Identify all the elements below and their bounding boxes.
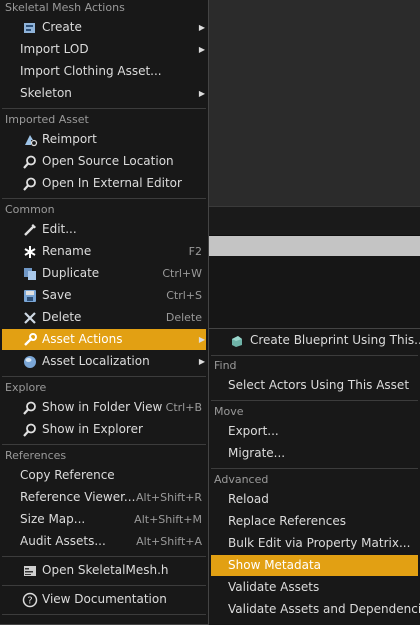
separator — [2, 376, 206, 377]
reimport-icon — [22, 132, 38, 148]
menu-item-reload[interactable]: Reload — [211, 489, 418, 510]
menu-item-import-lod[interactable]: Import LOD ▶ — [2, 39, 206, 60]
svg-text:?: ? — [27, 596, 32, 607]
separator — [2, 585, 206, 586]
submenu-arrow-icon: ▶ — [198, 45, 205, 54]
menu-item-show-metadata[interactable]: Show Metadata — [211, 555, 418, 576]
editor-toolbar — [208, 206, 420, 235]
separator — [211, 355, 418, 356]
menu-item-view-documentation[interactable]: ? View Documentation — [2, 589, 206, 610]
separator — [2, 614, 206, 615]
menu-item-replace-references[interactable]: Replace References — [211, 511, 418, 532]
globe-icon — [22, 354, 38, 370]
menu-item-validate-dependencies[interactable]: Validate Assets and Dependencies — [211, 599, 420, 620]
menu-item-select-actors[interactable]: Select Actors Using This Asset — [211, 375, 418, 396]
menu-item-export[interactable]: Export... — [211, 421, 418, 442]
menu-item-bulk-edit[interactable]: Bulk Edit via Property Matrix... — [211, 533, 418, 554]
asset-actions-submenu: Create Blueprint Using This... Find Sele… — [208, 328, 420, 625]
help-icon: ? — [22, 592, 38, 608]
separator — [211, 468, 418, 469]
separator — [2, 444, 206, 445]
delete-x-icon — [22, 310, 38, 326]
menu-item-reference-viewer[interactable]: Reference Viewer... Alt+Shift+R — [2, 487, 206, 508]
code-file-icon — [22, 563, 38, 579]
menu-item-delete[interactable]: Delete Delete — [2, 307, 206, 328]
section-references: References — [5, 449, 67, 462]
section-move: Move — [214, 405, 244, 418]
magnifier-icon — [22, 154, 38, 170]
separator — [2, 108, 206, 109]
duplicate-icon — [22, 266, 38, 282]
submenu-arrow-icon: ▶ — [198, 335, 205, 344]
submenu-arrow-icon: ▶ — [198, 23, 205, 32]
menu-item-open-header[interactable]: Open SkeletalMesh.h — [2, 560, 206, 581]
submenu-arrow-icon: ▶ — [198, 89, 205, 98]
menu-item-size-map[interactable]: Size Map... Alt+Shift+M — [2, 509, 206, 530]
menu-item-open-external-editor[interactable]: Open In External Editor — [2, 173, 206, 194]
menu-item-rename[interactable]: Rename F2 — [2, 241, 206, 262]
save-icon — [22, 288, 38, 304]
menu-item-show-in-folder-view[interactable]: Show in Folder View Ctrl+B — [2, 397, 206, 418]
menu-item-edit[interactable]: Edit... — [2, 219, 206, 240]
wrench-icon — [22, 332, 38, 348]
menu-item-reimport[interactable]: Reimport — [2, 129, 206, 150]
menu-item-save[interactable]: Save Ctrl+S — [2, 285, 206, 306]
rename-icon — [22, 244, 38, 260]
blueprint-icon — [229, 333, 245, 349]
menu-item-duplicate[interactable]: Duplicate Ctrl+W — [2, 263, 206, 284]
menu-item-copy-reference[interactable]: Copy Reference — [2, 465, 206, 486]
editor-panel — [208, 0, 420, 206]
create-icon — [22, 20, 38, 36]
menu-item-show-in-explorer[interactable]: Show in Explorer — [2, 419, 206, 440]
separator — [211, 400, 418, 401]
magnifier-icon — [22, 400, 38, 416]
magnifier-icon — [22, 176, 38, 192]
section-imported-asset: Imported Asset — [5, 113, 89, 126]
menu-item-migrate[interactable]: Migrate... — [211, 443, 418, 464]
submenu-arrow-icon: ▶ — [198, 357, 205, 366]
menu-item-audit-assets[interactable]: Audit Assets... Alt+Shift+A — [2, 531, 206, 552]
section-common: Common — [5, 203, 55, 216]
menu-item-create-blueprint[interactable]: Create Blueprint Using This... — [211, 330, 420, 351]
menu-item-import-clothing-asset[interactable]: Import Clothing Asset... — [2, 61, 206, 82]
section-advanced: Advanced — [214, 473, 269, 486]
pencil-icon — [22, 222, 38, 238]
menu-item-open-source-location[interactable]: Open Source Location — [2, 151, 206, 172]
menu-item-skeleton[interactable]: Skeleton ▶ — [2, 83, 206, 104]
section-skeletal-mesh-actions: Skeletal Mesh Actions — [5, 1, 125, 14]
menu-item-asset-localization[interactable]: Asset Localization ▶ — [2, 351, 206, 372]
section-find: Find — [214, 359, 237, 372]
menu-item-asset-actions[interactable]: Asset Actions ▶ — [2, 329, 206, 350]
editor-content-area — [208, 256, 420, 331]
menu-item-validate-assets[interactable]: Validate Assets — [211, 577, 418, 598]
separator — [2, 556, 206, 557]
separator — [2, 198, 206, 199]
magnifier-icon — [22, 422, 38, 438]
menu-item-create[interactable]: Create ▶ — [2, 17, 206, 38]
section-explore: Explore — [5, 381, 47, 394]
editor-search-bar[interactable] — [208, 236, 420, 256]
context-menu: Skeletal Mesh Actions Create ▶ Import LO… — [0, 0, 209, 625]
